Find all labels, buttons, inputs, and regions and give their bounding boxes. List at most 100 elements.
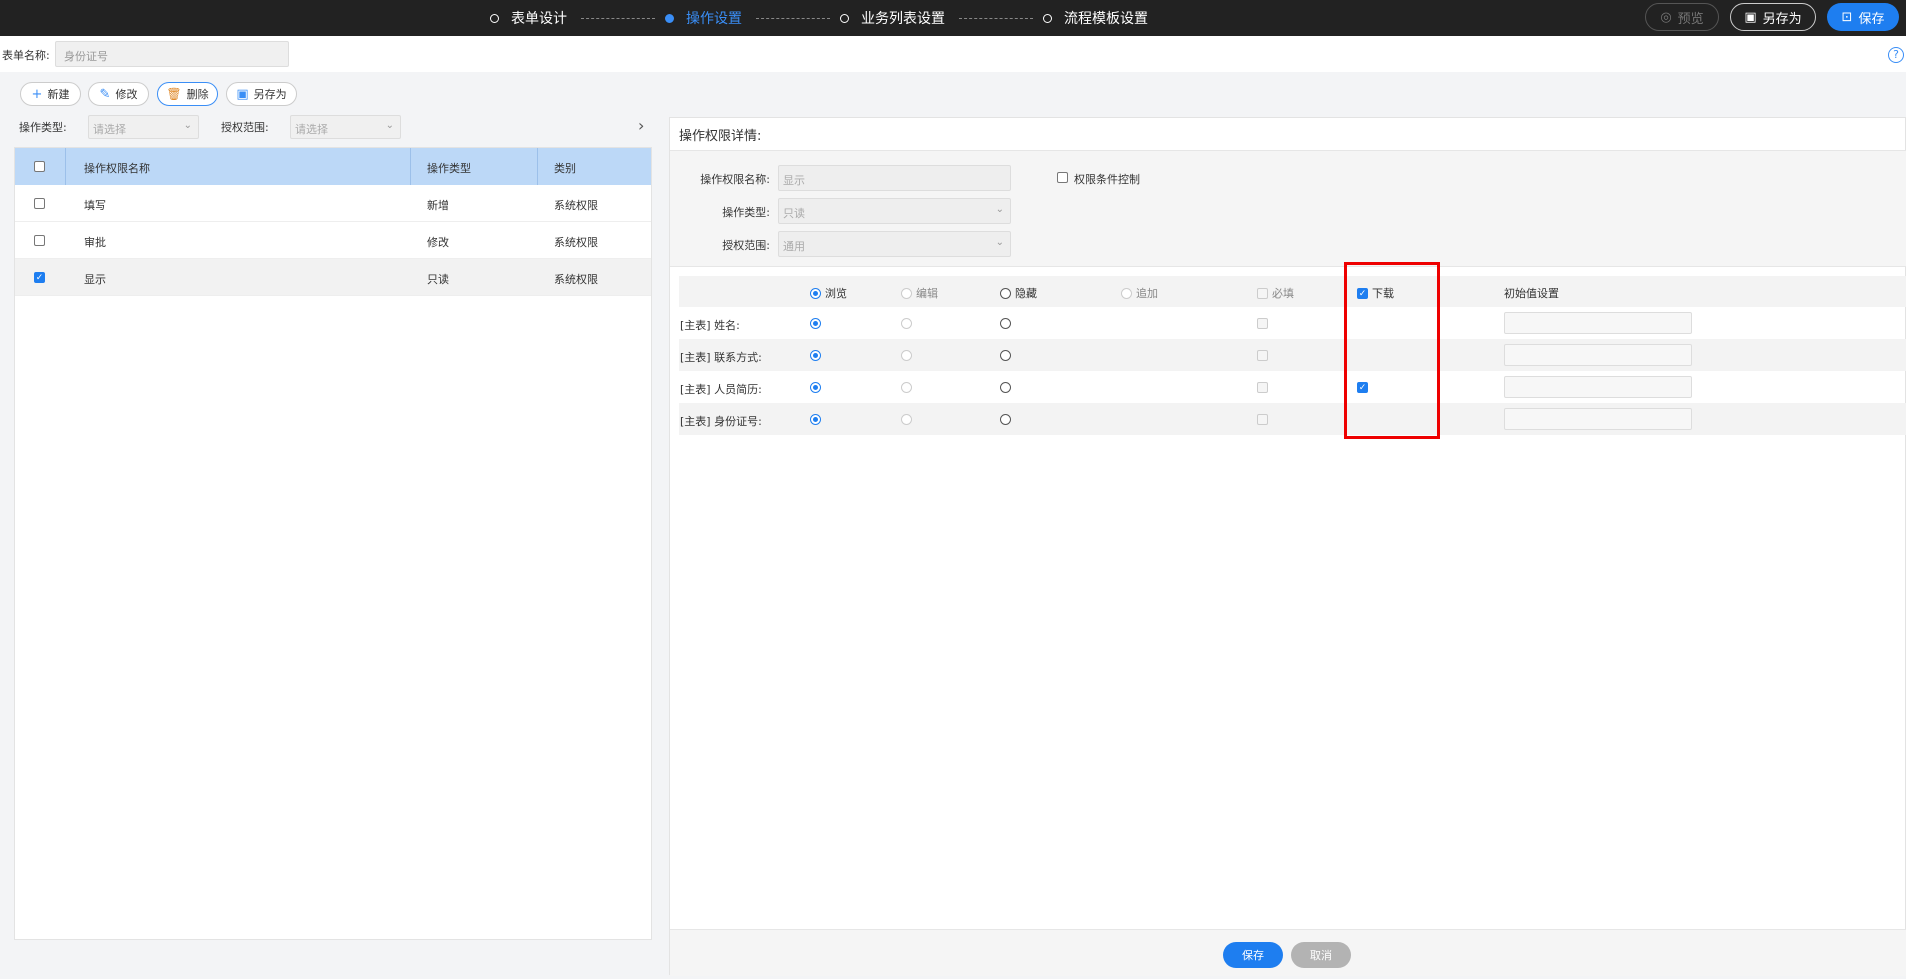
chevron-down-icon: ⌄ [995,204,1004,215]
row-category: 系统权限 [554,236,598,249]
hide-radio[interactable] [1000,414,1011,425]
saveas-label: 另存为 [1762,11,1802,27]
edit-all-radio-group[interactable]: 编辑 [901,285,938,301]
hide-radio[interactable] [1000,318,1011,329]
initial-value-input[interactable] [1504,344,1692,366]
initial-value-input[interactable] [1504,408,1692,430]
scope-filter-placeholder: 请选择 [295,123,328,136]
scope-filter-label: 授权范围: [221,121,269,134]
step-dot-icon [490,13,499,23]
browse-radio[interactable] [810,382,821,393]
row-name: 填写 [84,199,106,212]
eye-icon: ◎ [1660,9,1672,25]
new-button[interactable]: + 新建 [20,82,81,106]
step-flow-template[interactable]: 流程模板设置 [1043,8,1148,28]
step-separator [756,17,830,19]
hide-all-radio-group[interactable]: 隐藏 [1000,285,1037,301]
scope-filter-select[interactable]: 请选择 ⌄ [290,115,401,139]
op-type-filter-placeholder: 请选择 [93,123,126,136]
hide-radio[interactable] [1000,382,1011,393]
row-checkbox[interactable] [34,235,45,246]
browse-radio[interactable] [810,414,821,425]
field-row: [主表] 姓名: [679,307,1906,339]
edit-radio[interactable] [901,382,912,393]
edit-radio[interactable] [901,318,912,329]
step-dot-icon [840,13,849,23]
detail-cancel-button[interactable]: 取消 [1291,942,1351,968]
browse-radio[interactable] [810,318,821,329]
preview-label: 预览 [1677,11,1704,27]
row-checkbox[interactable] [34,198,45,209]
saveas-button[interactable]: ▣ 另存为 [1730,3,1816,31]
scope-select[interactable]: 通用 ⌄ [778,231,1011,257]
chevron-down-icon: ⌄ [995,237,1004,248]
browse-radio[interactable] [810,350,821,361]
op-type-filter-select[interactable]: 请选择 ⌄ [88,115,199,139]
required-checkbox[interactable] [1257,414,1268,425]
perm-name-label: 操作权限名称: [700,173,770,186]
edit-all-radio[interactable] [901,287,912,299]
required-all-checkbox-group[interactable]: 必填 [1257,285,1294,301]
column-divider [410,148,411,185]
edit-button[interactable]: ✎ 修改 [88,82,149,106]
step-form-design[interactable]: 表单设计 [490,8,567,28]
chevron-down-icon: ⌄ [183,120,192,131]
column-header-name: 操作权限名称 [84,162,150,175]
perm-name-input[interactable]: 显示 [778,165,1011,191]
table-row[interactable]: 填写 新增 系统权限 [15,185,651,222]
scope-value: 通用 [783,240,805,253]
chevron-right-icon[interactable]: › [638,116,644,135]
field-row: [主表] 人员简历: ✓ [679,371,1906,403]
required-checkbox[interactable] [1257,350,1268,361]
initial-value-header: 初始值设置 [1504,287,1559,300]
append-all-radio[interactable] [1121,287,1132,299]
preview-button[interactable]: ◎ 预览 [1645,3,1719,31]
browse-all-radio-group[interactable]: 浏览 [810,285,847,301]
condition-checkbox[interactable] [1057,172,1068,183]
saveas-list-button[interactable]: ▣ 另存为 [226,82,297,106]
op-type-select[interactable]: 只读 ⌄ [778,198,1011,224]
step-label: 表单设计 [511,11,567,27]
select-all-checkbox[interactable] [34,161,45,172]
detail-save-button[interactable]: 保存 [1223,942,1283,968]
step-operation-settings[interactable]: 操作设置 [665,8,742,28]
field-row: [主表] 联系方式: [679,339,1906,371]
row-checkbox[interactable]: ✓ [34,272,45,283]
edit-radio[interactable] [901,350,912,361]
top-bar: 表单设计 操作设置 业务列表设置 流程模板设置 ◎ 预览 ▣ 另存为 ⊡ 保存 [0,0,1906,36]
required-all-checkbox[interactable] [1257,287,1268,299]
step-dot-icon [1043,13,1052,23]
table-row[interactable]: 审批 修改 系统权限 [15,222,651,259]
step-dot-icon [665,13,674,23]
saveas-list-label: 另存为 [253,88,287,101]
delete-button[interactable]: 🗑 删除 [157,82,218,106]
help-icon[interactable]: ? [1888,47,1904,63]
row-type: 新增 [427,199,449,212]
table-header: 操作权限名称 操作类型 类别 [15,148,651,185]
required-checkbox[interactable] [1257,318,1268,329]
required-checkbox[interactable] [1257,382,1268,393]
row-type: 只读 [427,273,449,286]
row-category: 系统权限 [554,199,598,212]
edit-label: 修改 [115,88,138,101]
form-name-input[interactable]: 身份证号 [55,41,289,67]
step-separator [959,17,1033,19]
delete-label: 删除 [186,88,209,101]
save-label: 保存 [1858,11,1885,27]
hide-radio[interactable] [1000,350,1011,361]
save-icon: ⊡ [1841,9,1853,25]
chevron-down-icon: ⌄ [385,120,394,131]
table-row[interactable]: ✓ 显示 只读 系统权限 [15,259,651,296]
step-list-settings[interactable]: 业务列表设置 [840,8,945,28]
step-separator [581,17,655,19]
browse-header: 浏览 [825,287,847,300]
save-button[interactable]: ⊡ 保存 [1827,3,1899,31]
initial-value-input[interactable] [1504,312,1692,334]
append-all-radio-group[interactable]: 追加 [1121,285,1158,301]
initial-value-input[interactable] [1504,376,1692,398]
edit-radio[interactable] [901,414,912,425]
hide-all-radio[interactable] [1000,287,1011,299]
permission-table: 操作权限名称 操作类型 类别 填写 新增 系统权限 审批 修改 系统权限 ✓ 显… [14,147,652,940]
browse-all-radio[interactable] [810,287,821,299]
plus-icon: + [31,86,43,102]
